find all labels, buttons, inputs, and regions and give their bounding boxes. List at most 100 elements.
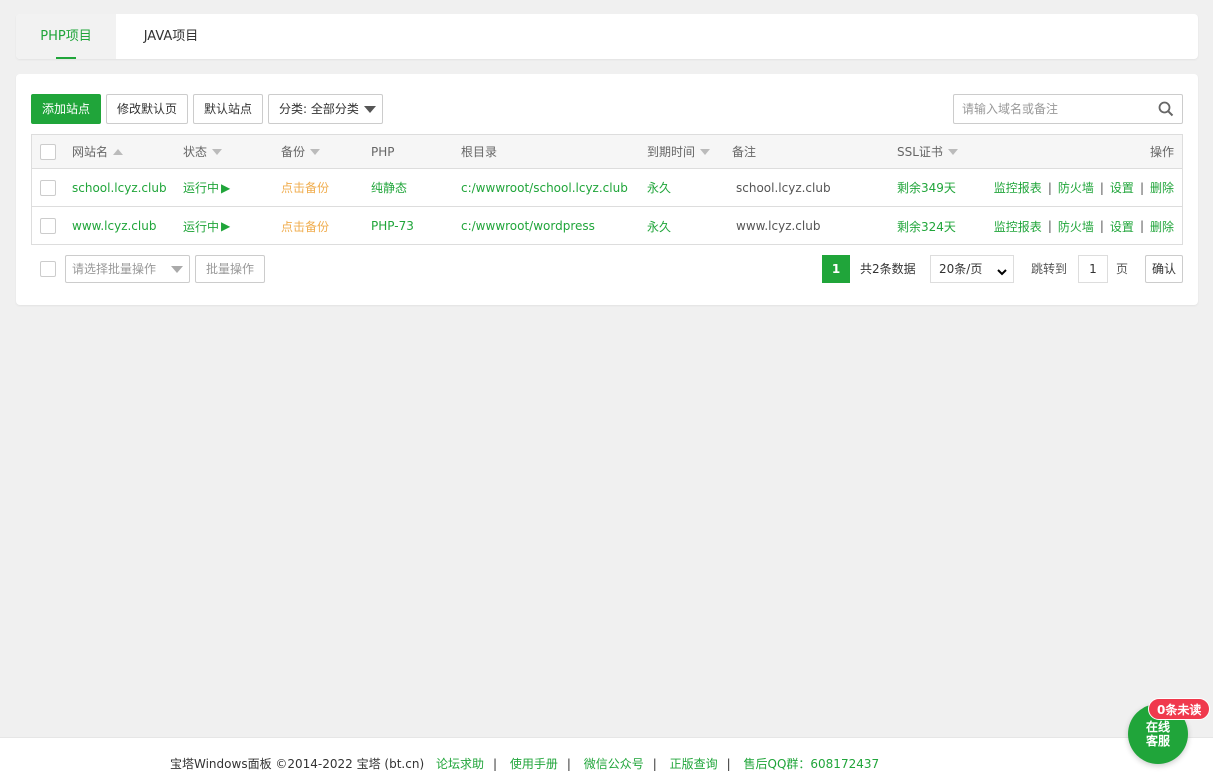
header-status[interactable]: 状态 <box>183 135 223 168</box>
select-all-checkbox[interactable] <box>40 135 56 168</box>
batch-action-placeholder: 请选择批量操作 <box>72 262 157 276</box>
row-actions: 监控报表 | 防火墙 | 设置 | 删除 <box>994 207 1174 245</box>
site-name-link[interactable]: school.lcyz.club <box>72 169 167 206</box>
monitor-report-link[interactable]: 监控报表 <box>994 218 1042 235</box>
header-backup[interactable]: 备份 <box>281 135 321 168</box>
firewall-link[interactable]: 防火墙 <box>1058 179 1094 196</box>
site-list-panel: 添加站点 修改默认页 默认站点 分类: 全部分类 网站名 状态 备份 PHP 根… <box>16 74 1198 305</box>
header-remark: 备注 <box>732 145 757 159</box>
header-expire-label: 到期时间 <box>647 145 696 159</box>
manual-link[interactable]: 使用手册 <box>510 757 558 771</box>
forum-link[interactable]: 论坛求助 <box>436 757 484 771</box>
header-ops: 操作 <box>1149 145 1174 159</box>
header-site-label: 网站名 <box>72 145 109 159</box>
category-select-label: 分类: 全部分类 <box>279 102 359 116</box>
search-icon[interactable] <box>1158 101 1174 120</box>
confirm-jump-button[interactable]: 确认 <box>1145 255 1183 283</box>
root-dir-link[interactable]: c:/wwwroot/wordpress <box>461 207 595 245</box>
project-tabs: PHP项目 JAVA项目 <box>16 14 1198 59</box>
divider: | <box>1047 180 1052 195</box>
play-icon: ▶ <box>221 219 231 233</box>
divider: | <box>1047 219 1052 233</box>
add-site-button[interactable]: 添加站点 <box>31 94 101 124</box>
settings-link[interactable]: 设置 <box>1110 179 1134 196</box>
batch-action-select[interactable]: 请选择批量操作 <box>65 255 190 283</box>
header-expire[interactable]: 到期时间 <box>647 135 711 168</box>
backup-link[interactable]: 点击备份 <box>281 207 329 245</box>
table-header: 网站名 状态 备份 PHP 根目录 到期时间 备注 SSL证书 操作 <box>32 135 1182 169</box>
caret-down-icon <box>171 266 183 273</box>
qq-group-link[interactable]: 售后QQ群：608172437 <box>744 757 880 771</box>
sort-desc-icon <box>947 148 958 155</box>
header-root: 根目录 <box>461 145 498 159</box>
php-version-link[interactable]: PHP-73 <box>371 207 414 245</box>
edit-default-page-button[interactable]: 修改默认页 <box>106 94 188 124</box>
ssl-link[interactable]: 剩余349天 <box>897 169 956 206</box>
site-name-link[interactable]: www.lcyz.club <box>72 207 156 245</box>
divider: | <box>726 757 731 771</box>
default-site-button[interactable]: 默认站点 <box>193 94 263 124</box>
per-page-select[interactable]: 20条/页 <box>930 255 1014 283</box>
divider: | <box>1099 219 1104 233</box>
divider: | <box>566 757 571 771</box>
divider: | <box>492 757 498 771</box>
ssl-link[interactable]: 剩余324天 <box>897 207 956 245</box>
header-ssl[interactable]: SSL证书 <box>897 135 958 168</box>
sort-asc-icon <box>113 148 124 155</box>
delete-link[interactable]: 删除 <box>1150 218 1174 235</box>
page-footer: 宝塔Windows面板 ©2014-2022 宝塔 (bt.cn) 论坛求助 | … <box>0 737 1213 783</box>
support-label-line1: 在线 <box>1145 720 1170 734</box>
remark-field[interactable]: www.lcyz.club <box>736 207 820 245</box>
row-checkbox[interactable] <box>40 207 56 245</box>
caret-down-icon <box>364 106 376 113</box>
copyright-text: 宝塔Windows面板 ©2014-2022 宝塔 (bt.cn) <box>170 757 425 771</box>
expire-link[interactable]: 永久 <box>647 169 671 206</box>
divider: | <box>1139 180 1144 195</box>
per-page-label: 20条/页 <box>939 262 983 276</box>
search-box <box>953 94 1183 124</box>
unread-badge[interactable]: 0条未读 <box>1148 698 1211 720</box>
tab-java-projects[interactable]: JAVA项目 <box>116 14 226 59</box>
settings-link[interactable]: 设置 <box>1110 218 1134 235</box>
header-ssl-label: SSL证书 <box>897 145 943 159</box>
row-checkbox[interactable] <box>40 169 56 206</box>
chevron-down-icon <box>997 262 1007 288</box>
search-input[interactable] <box>954 95 1150 123</box>
table-row: www.lcyz.club 运行中 ▶ 点击备份 PHP-73 c:/wwwroo… <box>32 207 1182 245</box>
row-actions: 监控报表 | 防火墙 | 设置 | 删除 <box>994 169 1174 206</box>
sort-desc-icon <box>700 148 711 155</box>
tab-php-projects[interactable]: PHP项目 <box>16 14 116 59</box>
monitor-report-link[interactable]: 监控报表 <box>994 179 1042 196</box>
table-footer: 请选择批量操作 批量操作 1 共2条数据 20条/页 跳转到 1 页 确认 <box>16 255 1198 285</box>
status-toggle[interactable]: 运行中 ▶ <box>183 169 230 206</box>
support-label-line2: 客服 <box>1145 734 1170 748</box>
remark-field[interactable]: school.lcyz.club <box>736 169 831 206</box>
category-select[interactable]: 分类: 全部分类 <box>268 94 383 124</box>
root-dir-link[interactable]: c:/wwwroot/school.lcyz.club <box>461 169 628 206</box>
backup-link[interactable]: 点击备份 <box>281 169 329 206</box>
jump-page-input[interactable]: 1 <box>1078 255 1108 283</box>
status-toggle[interactable]: 运行中 ▶ <box>183 207 230 245</box>
site-table: 网站名 状态 备份 PHP 根目录 到期时间 备注 SSL证书 操作 schoo… <box>31 134 1183 245</box>
batch-action-button[interactable]: 批量操作 <box>195 255 265 283</box>
jump-to-label: 跳转到 <box>1031 262 1068 276</box>
page-suffix-label: 页 <box>1116 262 1129 276</box>
table-row: school.lcyz.club 运行中 ▶ 点击备份 纯静态 c:/wwwroo… <box>32 169 1182 207</box>
page-number-current[interactable]: 1 <box>822 255 850 283</box>
firewall-link[interactable]: 防火墙 <box>1058 218 1094 235</box>
header-backup-label: 备份 <box>281 145 306 159</box>
sort-desc-icon <box>212 148 223 155</box>
divider: | <box>1099 180 1104 195</box>
delete-link[interactable]: 删除 <box>1150 179 1174 196</box>
php-version-link[interactable]: 纯静态 <box>371 169 407 206</box>
status-label: 运行中 <box>183 219 220 234</box>
header-site-name[interactable]: 网站名 <box>72 135 124 168</box>
total-count: 共2条数据 <box>860 262 916 276</box>
expire-link[interactable]: 永久 <box>647 207 671 245</box>
wechat-link[interactable]: 微信公众号 <box>584 757 644 771</box>
header-php: PHP <box>371 144 395 159</box>
batch-select-checkbox[interactable] <box>40 261 56 277</box>
license-check-link[interactable]: 正版查询 <box>670 757 718 771</box>
sort-desc-icon <box>310 148 321 155</box>
divider: | <box>1139 219 1144 233</box>
